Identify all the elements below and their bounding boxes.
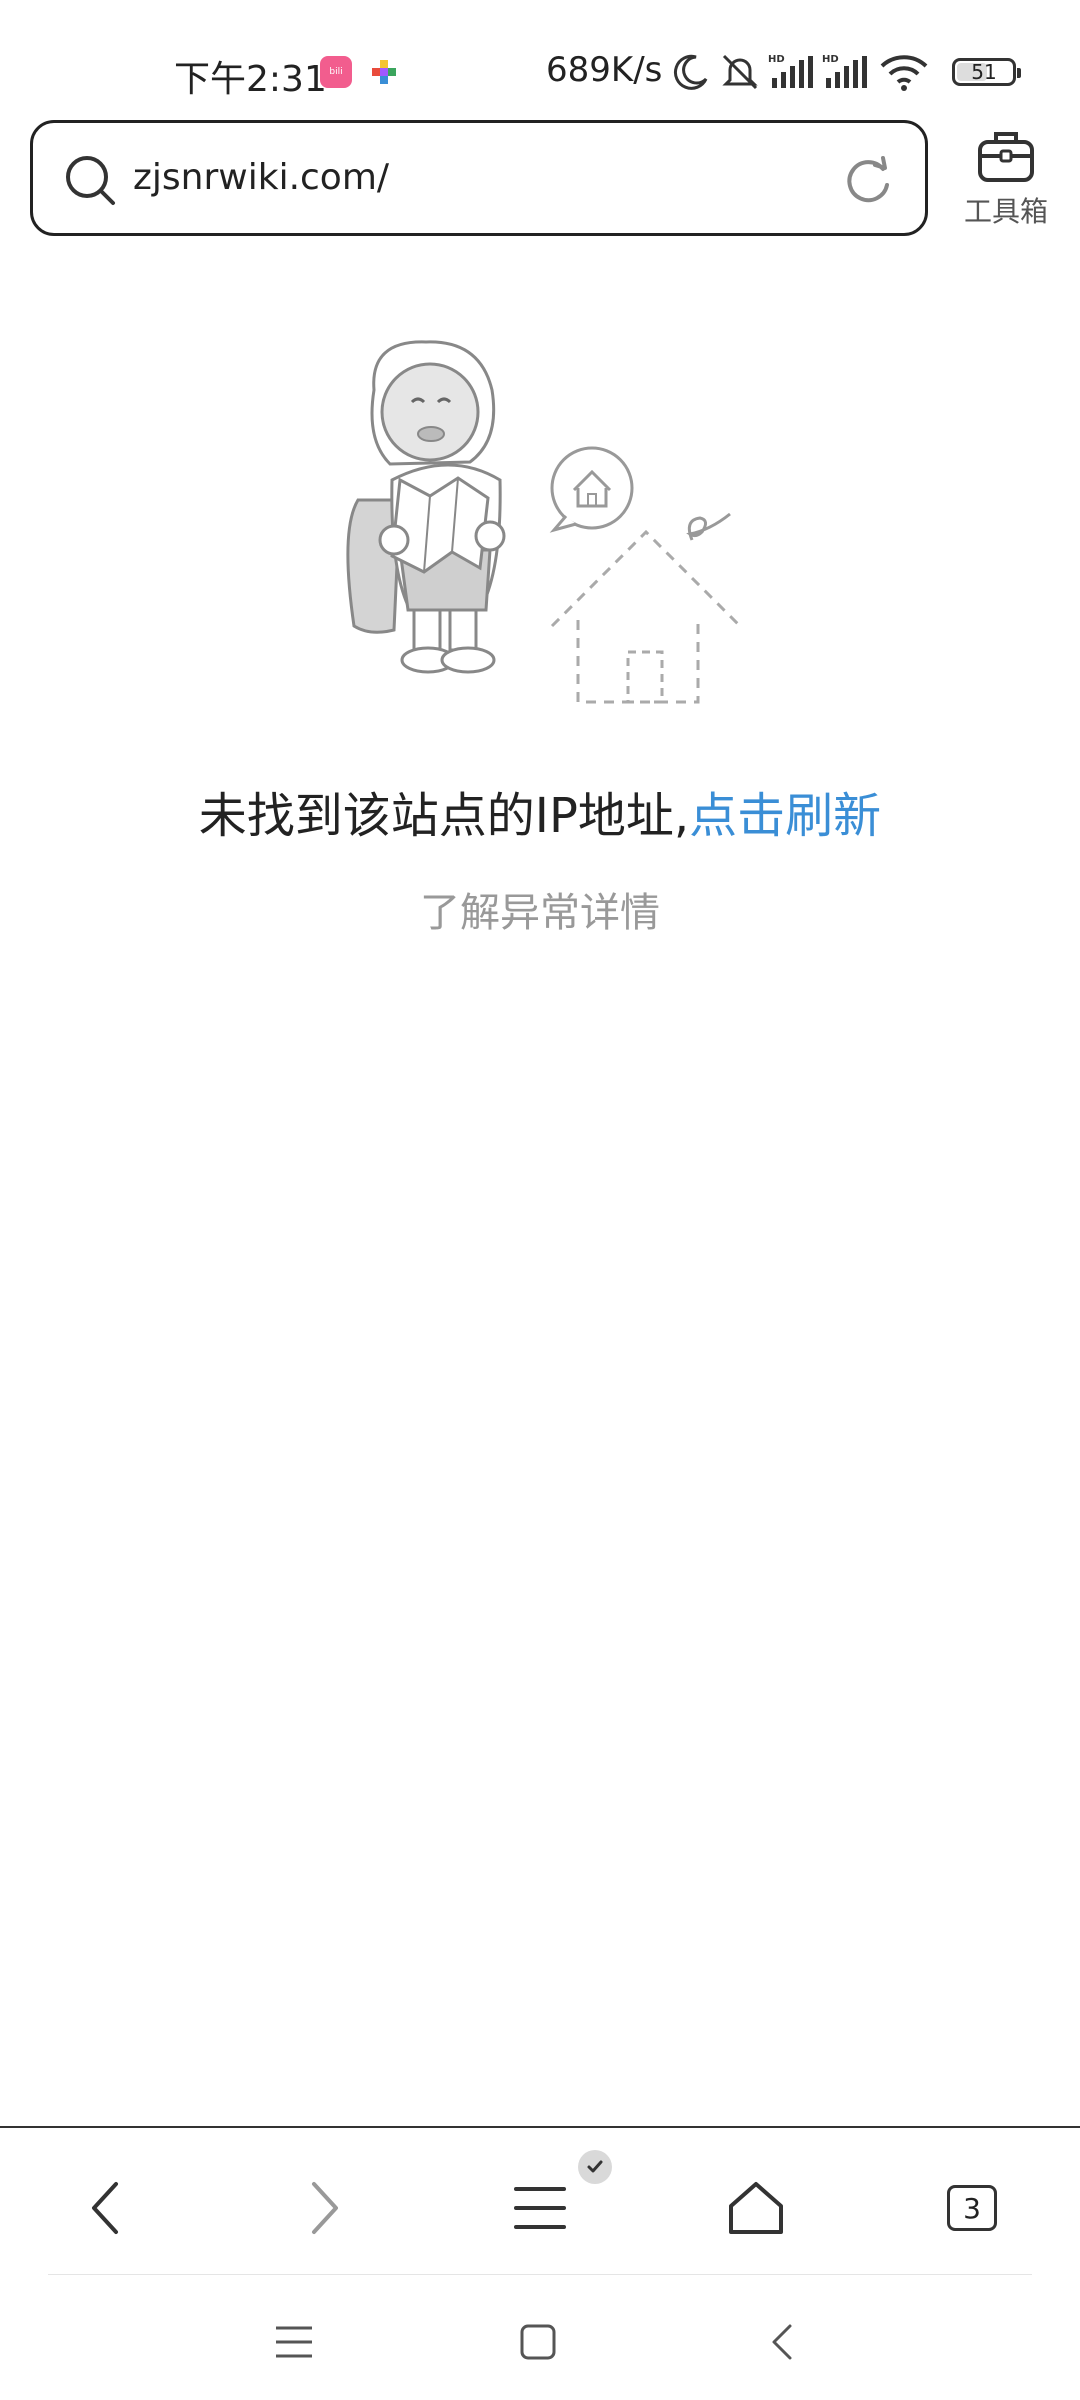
menu-icon <box>514 2187 566 2229</box>
tabs-button[interactable]: 3 <box>932 2168 1012 2248</box>
refresh-link[interactable]: 点击刷新 <box>689 788 881 844</box>
network-speed: 689K/s <box>546 50 663 90</box>
tab-count: 3 <box>963 2191 981 2225</box>
bilibili-app-icon: bili <box>320 56 352 88</box>
bottom-toolbar: 3 <box>0 2126 1080 2276</box>
square-home-icon <box>520 2324 556 2360</box>
menu-check-badge <box>578 2150 612 2184</box>
search-icon <box>66 156 115 205</box>
forward-button[interactable] <box>284 2168 364 2248</box>
hd-signal-icon: HD <box>768 54 813 88</box>
toolbar-divider <box>48 2274 1032 2275</box>
toolbox-button[interactable]: 工具箱 <box>954 128 1058 238</box>
error-details-link[interactable]: 了解异常详情 <box>0 880 1080 938</box>
lost-traveler-illustration <box>346 340 742 704</box>
address-bar[interactable]: zjsnrwiki.com/ <box>30 120 928 236</box>
moon-icon <box>673 54 708 90</box>
system-navigation-bar <box>0 2276 1080 2400</box>
check-icon <box>587 2160 603 2173</box>
recents-icon <box>276 2326 312 2358</box>
forward-icon <box>312 2182 338 2234</box>
system-home-button[interactable] <box>514 2318 562 2366</box>
toolbox-label: 工具箱 <box>963 195 1048 228</box>
back-icon <box>92 2182 118 2234</box>
battery-icon: 51 <box>952 58 1021 86</box>
battery-level: 51 <box>971 60 997 84</box>
hd-signal-icon: HD <box>822 54 867 88</box>
url-text[interactable]: zjsnrwiki.com/ <box>133 157 389 198</box>
mute-icon <box>722 54 758 90</box>
status-bar: 下午2:31 bili 689K/s HD HD 51 <box>0 0 1080 110</box>
menu-button[interactable] <box>500 2168 580 2248</box>
home-icon <box>729 2182 783 2234</box>
wifi-icon <box>880 55 928 91</box>
briefcase-icon <box>978 132 1034 182</box>
tabs-icon: 3 <box>947 2185 997 2231</box>
system-back-button[interactable] <box>758 2318 806 2366</box>
multicolor-app-icon <box>372 60 396 84</box>
status-time: 下午2:31 <box>174 59 327 100</box>
error-message: 未找到该站点的IP地址, <box>198 788 690 844</box>
svg-text:HD: HD <box>822 54 839 65</box>
back-button[interactable] <box>66 2168 146 2248</box>
chevron-left-icon <box>772 2324 792 2360</box>
home-button[interactable] <box>716 2168 796 2248</box>
error-message-line: 未找到该站点的IP地址,点击刷新 <box>0 776 1080 846</box>
recents-button[interactable] <box>270 2318 318 2366</box>
refresh-icon[interactable] <box>843 155 893 205</box>
status-icons: HD HD <box>672 52 930 92</box>
svg-text:HD: HD <box>768 54 785 65</box>
